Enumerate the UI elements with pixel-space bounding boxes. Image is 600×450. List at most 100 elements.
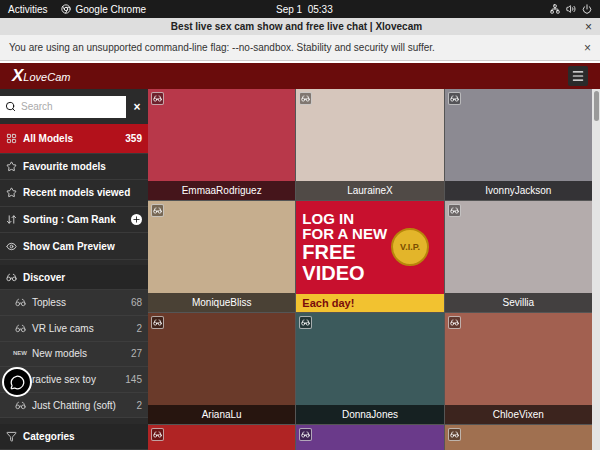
- sidebar-subitem-label: New models: [32, 346, 87, 361]
- model-card[interactable]: ArianaLu: [148, 313, 295, 424]
- scrollbar-thumb[interactable]: [594, 91, 599, 121]
- activities-button[interactable]: Activities: [8, 2, 47, 17]
- model-card[interactable]: IvonnyJackson: [445, 89, 592, 200]
- sidebar-item[interactable]: Show Cam Preview: [0, 233, 148, 260]
- app-name[interactable]: Google Chrome: [75, 2, 146, 17]
- window-title: Best live sex cam show and free live cha…: [8, 19, 585, 34]
- glasses-icon: [448, 428, 461, 441]
- menu-icon: [6, 133, 17, 144]
- glasses-icon: [299, 316, 312, 329]
- vip-coin: V.I.P.: [391, 228, 429, 266]
- ad-line: FOR A NEW: [302, 226, 387, 242]
- model-name: IvonnyJackson: [445, 181, 592, 200]
- scrollbar[interactable]: [592, 89, 600, 450]
- model-name: LauraineX: [296, 181, 443, 200]
- volume-icon[interactable]: [566, 4, 576, 14]
- model-card[interactable]: [148, 425, 295, 450]
- sidebar-subitem[interactable]: Topless 68: [0, 290, 148, 316]
- power-icon[interactable]: [582, 4, 592, 14]
- sidebar-count: 68: [131, 295, 142, 310]
- search-icon: [5, 101, 16, 112]
- clear-button[interactable]: ×: [130, 98, 144, 116]
- glasses-icon: [299, 428, 312, 441]
- sidebar-item-label: Recent models viewed: [23, 185, 130, 200]
- site-header: XLoveCam: [0, 63, 600, 89]
- model-name: DonnaJones: [296, 405, 443, 424]
- model-card[interactable]: Sevillia: [445, 201, 592, 312]
- model-card[interactable]: MoniqueBliss: [148, 201, 295, 312]
- sidebar-subitem[interactable]: Just Chatting (soft)2: [0, 393, 148, 419]
- ad-banner[interactable]: LOG INFOR A NEWFREEVIDEOV.I.P. Each day!: [296, 201, 443, 312]
- model-name: ArianaLu: [148, 405, 295, 424]
- new-badge: NEW: [13, 349, 27, 358]
- title-bar: Best live sex cam show and free live cha…: [0, 18, 600, 35]
- glasses-icon: [151, 428, 164, 441]
- category-icon: [15, 297, 26, 308]
- sidebar-item[interactable]: Favourite models: [0, 154, 148, 181]
- infobar-message: You are using an unsupported command-lin…: [9, 40, 584, 55]
- menu-button[interactable]: [568, 66, 588, 86]
- model-card[interactable]: LauraineX: [296, 89, 443, 200]
- sidebar-item-label: Sorting : Cam Rank: [23, 212, 116, 227]
- ad-line: LOG IN: [302, 211, 387, 227]
- section-icon: [6, 272, 17, 283]
- model-name: EmmaaRodriguez: [148, 181, 295, 200]
- ad-line: FREE: [302, 242, 387, 263]
- chat-icon: [10, 375, 25, 390]
- sidebar-header-label: Categories: [23, 429, 75, 444]
- sidebar-subitem[interactable]: VR Live cams 2: [0, 316, 148, 342]
- sidebar-count: 359: [125, 131, 142, 146]
- sidebar-count: 2: [136, 321, 142, 336]
- chrome-icon: [61, 4, 71, 14]
- plus-icon[interactable]: [131, 214, 142, 225]
- menu-icon: [6, 214, 17, 225]
- model-card[interactable]: [445, 425, 592, 450]
- glasses-icon: [151, 92, 164, 105]
- sidebar-count: 27: [131, 346, 142, 361]
- sidebar-item-label: All Models: [23, 131, 73, 146]
- model-name: ChloeVixen: [445, 405, 592, 424]
- clock[interactable]: Sep 1 05:33: [276, 2, 333, 17]
- sidebar-item-label: Favourite models: [23, 159, 106, 174]
- section-icon: [6, 431, 17, 442]
- sidebar-item[interactable]: Recent models viewed: [0, 180, 148, 207]
- search-placeholder: Search: [21, 99, 53, 114]
- model-card[interactable]: ChloeVixen: [445, 313, 592, 424]
- model-name: MoniqueBliss: [148, 293, 295, 312]
- sidebar-count: 145: [125, 372, 142, 387]
- menu-icon: [6, 241, 17, 252]
- sidebar-subitem[interactable]: NEW New models 27: [0, 342, 148, 368]
- sidebar-subitem-label: ractive sex toy: [32, 372, 96, 387]
- model-card[interactable]: EmmaaRodriguez: [148, 89, 295, 200]
- model-card[interactable]: DonnaJones: [296, 313, 443, 424]
- sidebar-item-label: Show Cam Preview: [23, 239, 115, 254]
- ad-footer: Each day!: [296, 294, 443, 313]
- sidebar-header[interactable]: Categories: [0, 424, 148, 450]
- glasses-icon: [448, 204, 461, 217]
- sidebar-count: 2: [136, 398, 142, 413]
- glasses-icon: [448, 316, 461, 329]
- sidebar-header-label: Discover: [23, 270, 65, 285]
- sidebar-item[interactable]: Sorting : Cam Rank: [0, 207, 148, 234]
- menu-icon: [6, 161, 17, 172]
- glasses-icon: [151, 204, 164, 217]
- model-name: Sevillia: [445, 293, 592, 312]
- model-card[interactable]: [296, 425, 443, 450]
- hamburger-icon: [571, 69, 585, 83]
- model-grid: EmmaaRodriguezLauraineXIvonnyJackson Moni…: [148, 89, 592, 450]
- close-button[interactable]: ×: [585, 18, 592, 36]
- category-icon: [15, 400, 26, 411]
- ad-line: VIDEO: [302, 263, 387, 284]
- infobar-close[interactable]: ×: [584, 39, 591, 57]
- sidebar-header[interactable]: Discover: [0, 265, 148, 291]
- network-icon[interactable]: [550, 4, 560, 14]
- infobar: You are using an unsupported command-lin…: [0, 35, 600, 61]
- sidebar-subitem-label: Topless: [32, 295, 66, 310]
- search-field[interactable]: Search: [0, 96, 126, 118]
- sidebar-subitem-label: VR Live cams: [32, 321, 94, 336]
- chat-button[interactable]: [2, 367, 32, 397]
- sidebar-item[interactable]: All Models 359: [0, 124, 148, 154]
- logo[interactable]: XLoveCam: [12, 63, 70, 89]
- glasses-icon: [448, 92, 461, 105]
- system-bar: Activities Google Chrome Sep 1 05:33: [0, 0, 600, 18]
